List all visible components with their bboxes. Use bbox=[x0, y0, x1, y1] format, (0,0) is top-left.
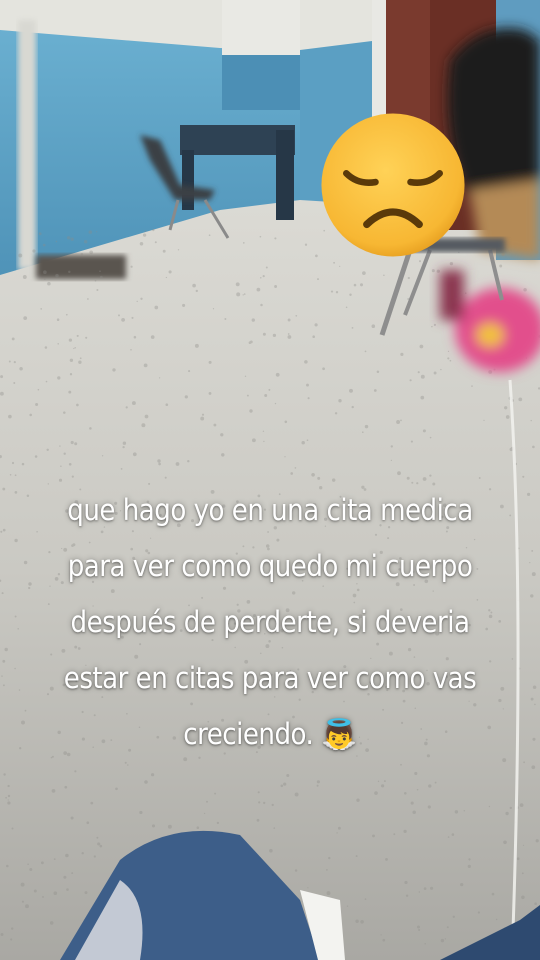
caption-line: estar en citas para ver como vas bbox=[63, 661, 477, 695]
baby-angel-icon: 👼 bbox=[321, 717, 357, 751]
caption-line: que hago yo en una cita medica bbox=[67, 493, 473, 527]
caption-line-last: creciendo. 👼 bbox=[20, 706, 520, 762]
disappointed-face-emoji-sticker bbox=[321, 113, 465, 257]
story-frame: que hago yo en una cita medica para ver … bbox=[0, 0, 540, 960]
caption-line-text: creciendo. bbox=[183, 717, 314, 751]
caption-line: después de perderte, si deveria bbox=[70, 605, 470, 639]
story-caption: que hago yo en una cita medica para ver … bbox=[20, 482, 520, 762]
caption-line: para ver como quedo mi cuerpo bbox=[67, 549, 473, 583]
scale-pole bbox=[18, 20, 36, 270]
